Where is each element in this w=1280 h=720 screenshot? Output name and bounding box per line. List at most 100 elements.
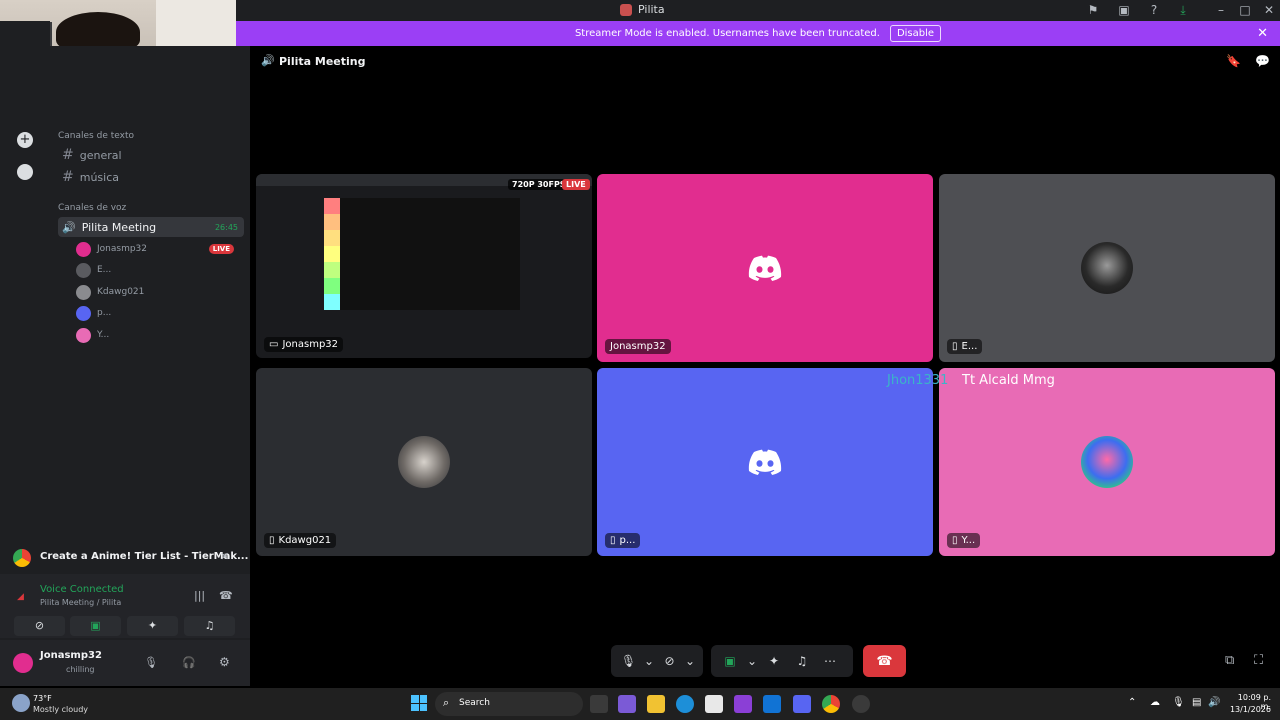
- minimize-icon[interactable]: –: [1214, 3, 1228, 17]
- participant-tile[interactable]: ▯ E...: [939, 174, 1275, 362]
- activity-group: ▣ ⌄ ✦ ♫ ⋯: [711, 645, 853, 677]
- add-server-icon[interactable]: +: [17, 132, 33, 148]
- member-item[interactable]: p...: [76, 304, 246, 322]
- weather-icon[interactable]: [12, 694, 30, 712]
- avatar: [398, 436, 450, 488]
- speaker-icon: 🔊: [261, 54, 275, 67]
- resolution-badge: 720P 30FPS: [508, 179, 570, 190]
- voice-status-subtitle[interactable]: Pilita Meeting / Pilita: [40, 598, 121, 607]
- tile-name: E...: [961, 341, 978, 352]
- voice-timer: 26:45: [214, 222, 238, 232]
- voice-channels-category[interactable]: Canales de voz: [58, 203, 126, 213]
- screen-share-icon[interactable]: ▣: [719, 650, 741, 672]
- stop-stream-icon[interactable]: ✕: [220, 550, 229, 563]
- participant-tile[interactable]: ▯ Kdawg021: [256, 368, 592, 556]
- tile-name: Kdawg021: [278, 535, 332, 546]
- start-icon[interactable]: [411, 695, 427, 711]
- member-item[interactable]: Y...: [76, 326, 246, 344]
- channel-musica[interactable]: # música: [58, 167, 244, 187]
- task-view-icon[interactable]: [590, 695, 608, 713]
- maximize-icon[interactable]: □: [1238, 3, 1252, 17]
- stream-tile[interactable]: 720P 30FPS LIVE ▭ Jonasmp32: [256, 174, 592, 358]
- live-badge: LIVE: [208, 244, 234, 254]
- chevron-down-icon[interactable]: ⌄: [747, 650, 757, 672]
- member-item[interactable]: E...: [76, 261, 246, 279]
- microphone-icon[interactable]: 🎙: [619, 650, 638, 672]
- popout-icon[interactable]: ⧉: [1225, 653, 1234, 668]
- settings-taskbar-icon[interactable]: [852, 695, 870, 713]
- close-window-icon[interactable]: ✕: [1262, 3, 1276, 17]
- activities-button[interactable]: ✦: [127, 616, 178, 636]
- participant-tile[interactable]: ▯ p...: [597, 368, 933, 556]
- fullscreen-icon[interactable]: ⛶: [1254, 653, 1263, 668]
- headphones-icon[interactable]: 🎧: [182, 656, 196, 669]
- download-icon[interactable]: ⤓: [1176, 3, 1190, 17]
- participant-tile[interactable]: Jonasmp32: [597, 174, 933, 362]
- text-channels-category[interactable]: Canales de texto: [58, 131, 134, 141]
- discover-icon[interactable]: [17, 164, 33, 180]
- more-icon[interactable]: ⋯: [819, 650, 841, 672]
- tray-cloud-icon[interactable]: ☁: [1150, 697, 1160, 708]
- voice-actions-row: ⊘ ▣ ✦ ♫: [0, 614, 250, 638]
- noise-suppression-icon[interactable]: |||: [194, 589, 205, 602]
- file-explorer-icon[interactable]: [647, 695, 665, 713]
- activities-icon[interactable]: ✦: [763, 650, 785, 672]
- clock-date[interactable]: 13/1/2026: [1229, 705, 1271, 714]
- tray-volume-icon[interactable]: 🔊: [1208, 697, 1220, 708]
- tile-name-tag: ▯ E...: [947, 339, 983, 354]
- banner-text: Streamer Mode is enabled. Usernames have…: [574, 28, 880, 39]
- camera-off-button[interactable]: ⊘: [14, 616, 65, 636]
- hang-up-icon: ☎: [876, 653, 893, 669]
- search-icon: ⌕: [443, 696, 450, 709]
- settings-gear-icon[interactable]: ⚙: [219, 655, 230, 669]
- disconnect-button[interactable]: ☎: [863, 645, 906, 677]
- copilot-icon[interactable]: [618, 695, 636, 713]
- channel-general[interactable]: # general: [58, 145, 244, 165]
- tier-list-preview: [324, 198, 520, 310]
- avatar[interactable]: [13, 653, 33, 673]
- store-icon[interactable]: [705, 695, 723, 713]
- tray-network-icon[interactable]: ▤: [1192, 697, 1201, 708]
- chevron-down-icon[interactable]: ⌄: [644, 650, 654, 672]
- disable-streamer-button[interactable]: Disable: [889, 25, 942, 42]
- help-icon[interactable]: ?: [1147, 3, 1161, 17]
- member-item[interactable]: Jonasmp32 LIVE: [76, 240, 246, 258]
- soundboard-icon[interactable]: ♫: [791, 650, 813, 672]
- weather-text[interactable]: Mostly cloudy: [33, 705, 88, 714]
- chrome-taskbar-icon[interactable]: [822, 695, 840, 713]
- screen-icon[interactable]: ▣: [1117, 3, 1131, 17]
- chevron-down-icon[interactable]: ⌄: [685, 650, 695, 672]
- member-name: Jonasmp32: [97, 244, 148, 254]
- banner-close-icon[interactable]: ✕: [1257, 26, 1268, 41]
- weather-temp[interactable]: 73°F: [33, 694, 52, 703]
- soundboard-button[interactable]: ♫: [184, 616, 235, 636]
- voice-status-title[interactable]: Voice Connected: [40, 584, 124, 595]
- screen-share-button[interactable]: ▣: [70, 616, 121, 636]
- activity-panel[interactable]: Create a Anime! Tier List - TierMak... ✕: [0, 540, 250, 574]
- overlay-name-1: Jhon1331: [887, 373, 949, 388]
- taskbar-search[interactable]: ⌕ Search: [435, 692, 583, 716]
- inbox-flag-icon[interactable]: ⚑: [1086, 3, 1100, 17]
- username[interactable]: Jonasmp32: [40, 650, 102, 661]
- edge-icon[interactable]: [676, 695, 694, 713]
- tray-chevron-icon[interactable]: ⌃: [1128, 697, 1136, 708]
- main-header: 🔊 Pilita Meeting 🔖 💬: [250, 46, 1280, 78]
- discord-taskbar-icon[interactable]: [793, 695, 811, 713]
- instagram-icon[interactable]: [734, 695, 752, 713]
- microphone-icon[interactable]: 🎙: [144, 656, 158, 669]
- tile-name-tag: ▭ Jonasmp32: [264, 337, 344, 352]
- disconnect-icon[interactable]: ☎: [219, 589, 233, 602]
- title-bar: Pilita ⚑ ▣ ? ⤓ – □ ✕: [236, 0, 1280, 21]
- participant-tile[interactable]: ▯ Y...: [939, 368, 1275, 556]
- chat-icon[interactable]: 💬: [1255, 54, 1270, 68]
- tile-name: Jonasmp32: [610, 341, 666, 352]
- camera-off-icon[interactable]: ⊘: [660, 650, 679, 672]
- voice-channel-pilita[interactable]: 🔊 Pilita Meeting 26:45: [58, 217, 244, 237]
- outlook-icon[interactable]: [763, 695, 781, 713]
- member-name: Kdawg021: [97, 287, 145, 297]
- bookmark-icon[interactable]: 🔖: [1226, 54, 1241, 68]
- search-label: Search: [459, 698, 490, 708]
- member-item[interactable]: Kdawg021: [76, 283, 246, 301]
- tray-mic-icon[interactable]: 🎙: [1172, 697, 1185, 708]
- mobile-icon: ▯: [952, 341, 958, 352]
